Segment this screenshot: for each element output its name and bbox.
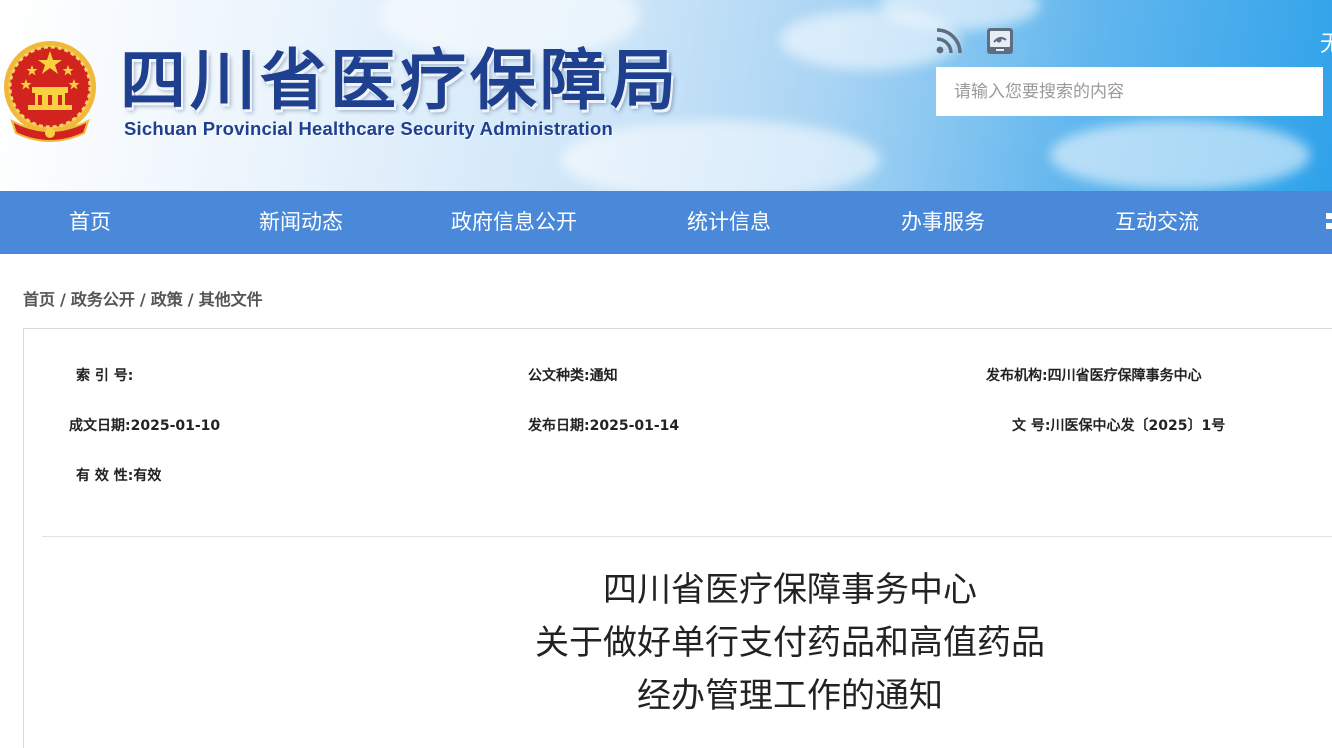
meta-label: 成文日期: bbox=[69, 418, 131, 434]
site-subtitle: Sichuan Provincial Healthcare Security A… bbox=[124, 118, 613, 139]
meta-label: 发布机构: bbox=[986, 368, 1048, 384]
meta-value: 川医保中心发〔2025〕1号 bbox=[1050, 418, 1226, 434]
meta-doc-type: 公文种类:通知 bbox=[528, 365, 618, 385]
nav-item-home[interactable]: 首页 bbox=[69, 191, 111, 254]
breadcrumb-separator: / bbox=[60, 290, 66, 309]
meta-validity: 有 效 性:有效 bbox=[76, 465, 161, 485]
breadcrumb-other-docs[interactable]: 其他文件 bbox=[199, 290, 263, 309]
nav-item-news[interactable]: 新闻动态 bbox=[259, 191, 343, 254]
site-title: 四川省医疗保障局 bbox=[120, 42, 680, 119]
nav-overflow-edge bbox=[1322, 209, 1332, 233]
meta-label: 有 效 性: bbox=[76, 468, 134, 484]
meta-label: 发布日期: bbox=[528, 418, 590, 434]
meta-written-date: 成文日期:2025-01-10 bbox=[69, 415, 220, 435]
breadcrumb-home[interactable]: 首页 bbox=[23, 290, 55, 309]
search-input[interactable] bbox=[936, 67, 1323, 116]
breadcrumb-gov-affairs[interactable]: 政务公开 bbox=[71, 290, 135, 309]
nav-item-interaction[interactable]: 互动交流 bbox=[1115, 191, 1199, 254]
breadcrumb: 首页 / 政务公开 / 政策 / 其他文件 bbox=[23, 286, 263, 310]
meta-publish-date: 发布日期:2025-01-14 bbox=[528, 415, 679, 435]
document-title: 四川省医疗保障事务中心 关于做好单行支付药品和高值药品 经办管理工作的通知 bbox=[490, 564, 1090, 723]
top-link-edge[interactable]: 无 bbox=[1320, 26, 1332, 58]
meta-value: 2025-01-14 bbox=[589, 418, 680, 434]
meta-doc-number: 文 号:川医保中心发〔2025〕1号 bbox=[1012, 415, 1225, 435]
rss-icon[interactable] bbox=[934, 26, 964, 56]
nav-item-statistics[interactable]: 统计信息 bbox=[687, 191, 771, 254]
meta-divider bbox=[42, 536, 1332, 537]
meta-value: 有效 bbox=[133, 468, 162, 484]
document-title-line: 关于做好单行支付药品和高值药品 bbox=[535, 623, 1045, 663]
document-title-line: 经办管理工作的通知 bbox=[637, 676, 943, 716]
nav-item-gov-info[interactable]: 政府信息公开 bbox=[451, 191, 577, 254]
document-title-line: 四川省医疗保障事务中心 bbox=[603, 570, 977, 610]
breadcrumb-separator: / bbox=[187, 290, 194, 309]
breadcrumb-policy[interactable]: 政策 bbox=[151, 290, 183, 309]
meta-publisher: 发布机构:四川省医疗保障事务中心 bbox=[986, 365, 1202, 385]
meta-label: 文 号: bbox=[1012, 418, 1051, 434]
weibo-icon[interactable] bbox=[985, 26, 1015, 56]
meta-label: 索 引 号: bbox=[76, 368, 134, 384]
national-emblem-icon bbox=[4, 41, 96, 142]
meta-value: 2025-01-10 bbox=[130, 418, 221, 434]
nav-item-services[interactable]: 办事服务 bbox=[901, 191, 985, 254]
meta-value: 四川省医疗保障事务中心 bbox=[1047, 368, 1202, 384]
main-nav: 首页 新闻动态 政府信息公开 统计信息 办事服务 互动交流 bbox=[0, 191, 1332, 254]
meta-index-number: 索 引 号: bbox=[76, 365, 133, 385]
breadcrumb-separator: / bbox=[139, 290, 146, 309]
meta-value: 通知 bbox=[589, 368, 618, 384]
meta-label: 公文种类: bbox=[528, 368, 590, 384]
